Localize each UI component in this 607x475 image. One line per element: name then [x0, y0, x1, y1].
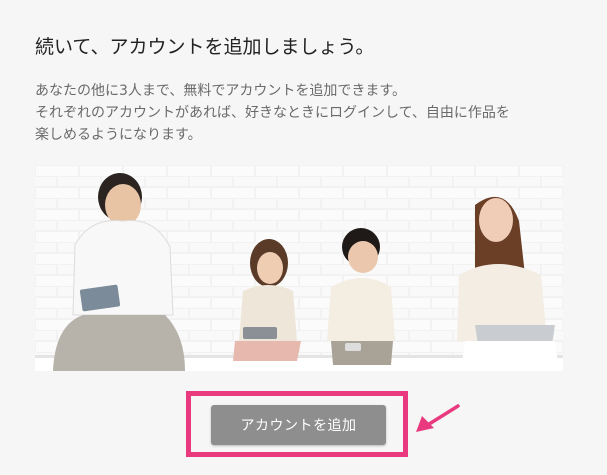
- description-line-2: それぞれのアカウントがあれば、好きなときにログインして、自由に作品を: [35, 105, 510, 121]
- description-line-3: 楽しめるようになります。: [35, 127, 202, 143]
- add-account-button[interactable]: アカウントを追加: [211, 405, 386, 445]
- description-line-1: あなたの他に3人まで、無料でアカウントを追加できます。: [35, 83, 406, 99]
- page: 続いて、アカウントを追加しましょう。 あなたの他に3人まで、無料でアカウントを追…: [0, 0, 607, 475]
- description: あなたの他に3人まで、無料でアカウントを追加できます。 それぞれのアカウントがあ…: [35, 80, 575, 146]
- family-photo: [35, 165, 563, 371]
- family-photo-illustration: [35, 165, 563, 371]
- page-title: 続いて、アカウントを追加しましょう。: [35, 36, 375, 58]
- arrow-icon: [416, 404, 460, 432]
